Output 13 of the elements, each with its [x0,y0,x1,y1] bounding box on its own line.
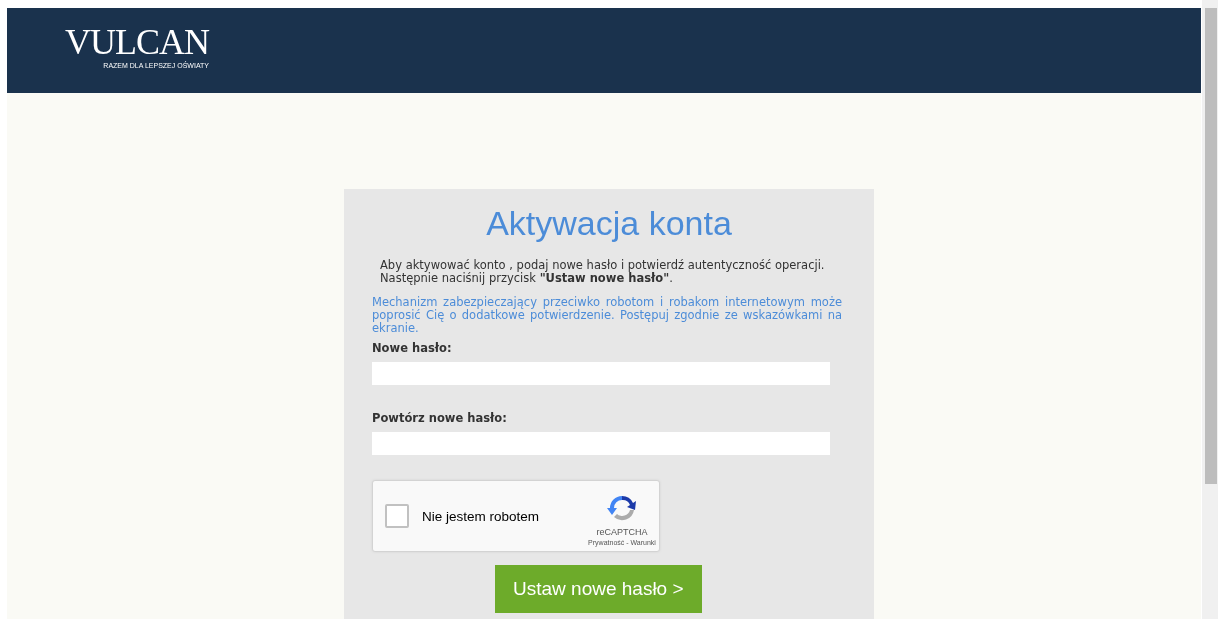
logo[interactable]: VULCAN [65,25,209,59]
form-title: Aktywacja konta [485,203,733,244]
scrollbar-thumb[interactable] [1204,8,1217,484]
field-label: Nowe hasło: [372,341,453,357]
password-field[interactable] [372,432,830,455]
scrollbar[interactable] [1202,0,1218,619]
notice-text: Mechanizm zabezpieczający przeciwko robotom i robakom internetowym może poprosić Cię o dodatkowe potwierdzenie. Postępuj zgodnie ze wskazówkami na ekranie. [372,296,842,335]
field-label: Powtórz nowe hasło: [372,411,508,427]
recaptcha-brand: reCAPTCHA [596,526,648,537]
password-field[interactable] [372,362,830,385]
intro-text: Aby aktywować konto , podaj nowe hasło i potwierdź autentyczność operacji. Następnie naciśnij przycisk "Ustaw nowe hasło". [380,259,826,285]
captcha-checkbox[interactable] [385,504,409,528]
captcha-label: Nie jestem robotem [422,508,541,524]
